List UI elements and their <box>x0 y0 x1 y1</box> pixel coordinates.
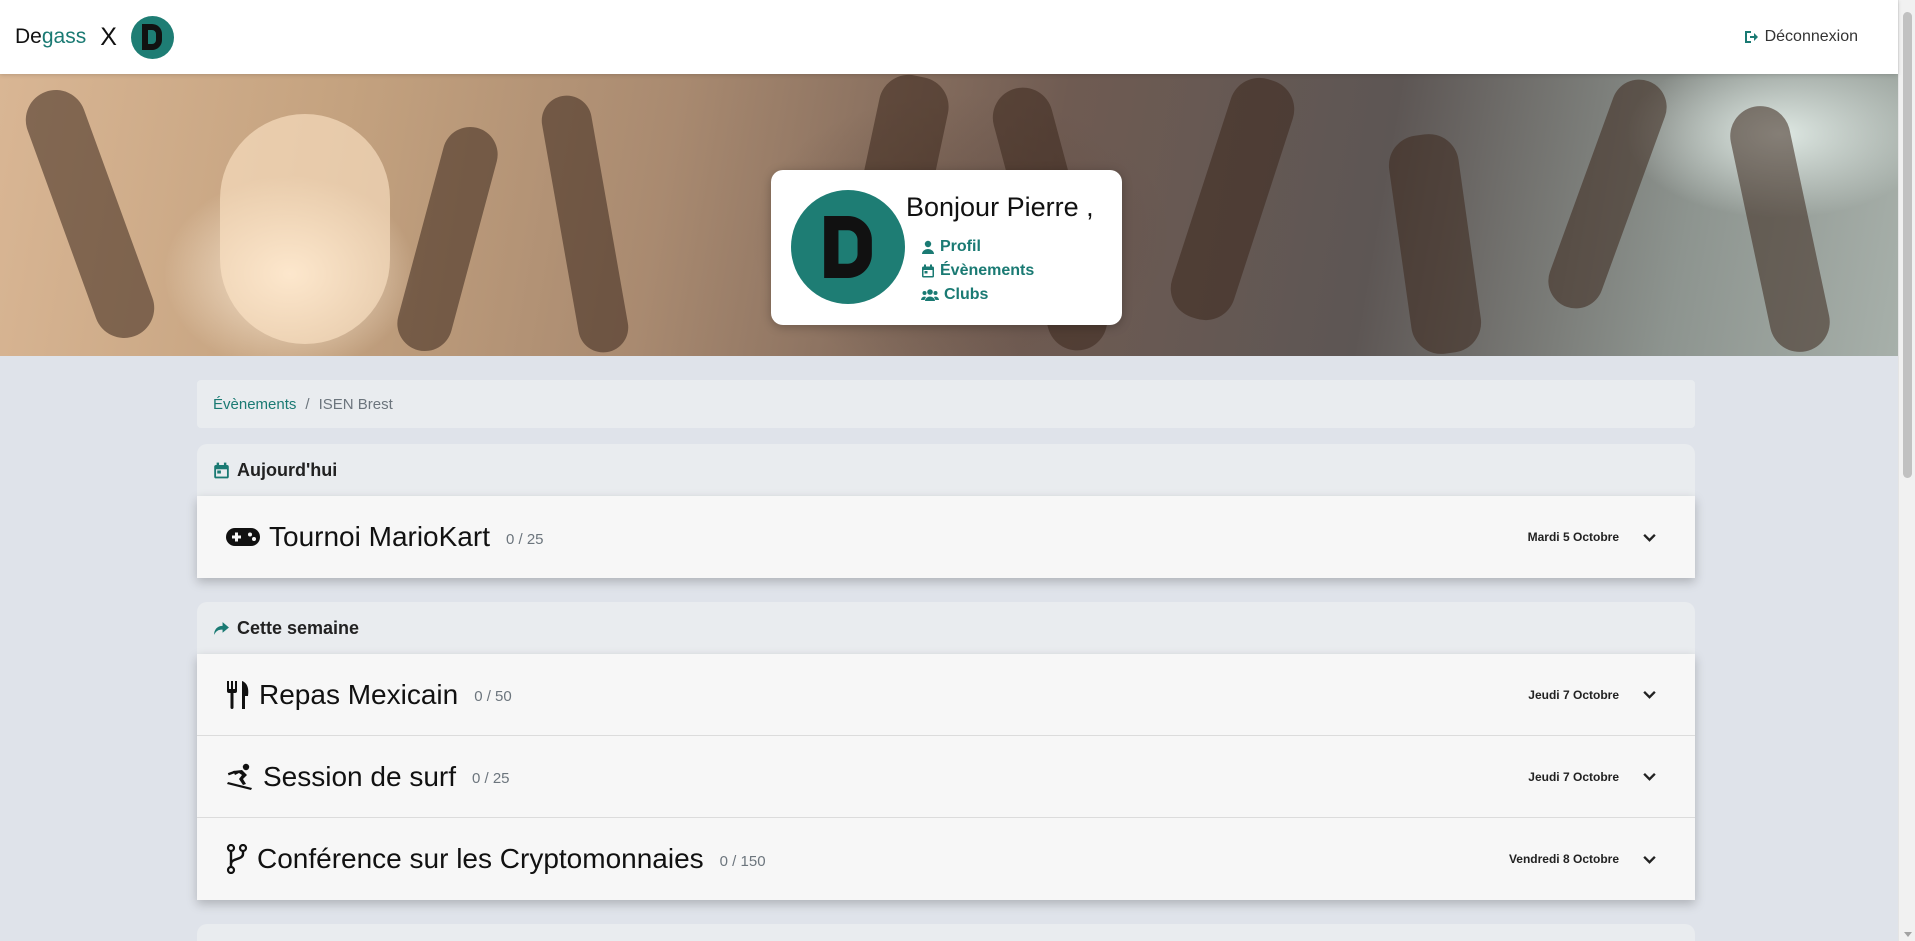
section-this-week: Cette semaine Repas Mexicain 0 / 50 Jeud… <box>197 602 1695 900</box>
club-logo[interactable] <box>130 15 174 59</box>
logout-label: Déconnexion <box>1764 28 1858 45</box>
section-title-today: Aujourd'hui <box>237 459 338 480</box>
clubs-link-label: Clubs <box>944 286 989 303</box>
chevron-down-icon <box>1642 772 1656 781</box>
welcome-card: Bonjour Pierre , Profil Évènements Clubs <box>771 170 1122 325</box>
hero-links: Profil Évènements Clubs <box>921 235 1034 307</box>
section-header-today: Aujourd'hui <box>197 444 1695 496</box>
breadcrumb-events-link[interactable]: Évènements <box>213 396 296 413</box>
expand-button[interactable] <box>1631 519 1667 555</box>
event-participants-count: 0 / 50 <box>474 688 512 705</box>
event-row-conference-cryptomonnaies[interactable]: Conférence sur les Cryptomonnaies 0 / 15… <box>197 818 1695 900</box>
event-title: Session de surf <box>263 760 456 792</box>
event-participants-count: 0 / 25 <box>505 530 544 548</box>
event-participants-count: 0 / 150 <box>719 852 766 870</box>
top-navbar: Degass X Déconnexion <box>0 0 1898 74</box>
profile-link[interactable]: Profil <box>921 235 1034 259</box>
event-date: Jeudi 7 Octobre <box>1528 687 1619 702</box>
event-title: Conférence sur les Cryptomonnaies <box>257 843 704 874</box>
page-scrollbar[interactable] <box>1898 0 1915 941</box>
events-link[interactable]: Évènements <box>921 259 1034 283</box>
logout-button[interactable]: Déconnexion <box>1743 28 1858 46</box>
expand-button[interactable] <box>1631 759 1667 795</box>
brand-name[interactable]: Degass <box>15 25 86 49</box>
event-date: Vendredi 8 Octobre <box>1508 852 1619 866</box>
chevron-down-icon <box>1642 855 1656 864</box>
event-list-today: Tournoi MarioKart 0 / 25 Mardi 5 Octobre <box>197 496 1695 578</box>
event-list-this-week: Repas Mexicain 0 / 50 Jeudi 7 Octobre Se… <box>197 654 1695 900</box>
chevron-down-icon <box>1642 690 1656 699</box>
scroll-down-arrow-icon[interactable] <box>1903 932 1912 937</box>
event-row-tournoi-mariokart[interactable]: Tournoi MarioKart 0 / 25 Mardi 5 Octobre <box>197 496 1695 578</box>
event-row-repas-mexicain[interactable]: Repas Mexicain 0 / 50 Jeudi 7 Octobre <box>197 654 1695 736</box>
clubs-link[interactable]: Clubs <box>921 283 1034 307</box>
brand-part-gass: gass <box>41 25 87 48</box>
sign-out-icon <box>1744 31 1758 43</box>
next-section-partial <box>197 924 1695 941</box>
avatar <box>791 190 905 304</box>
scrollbar-thumb[interactable] <box>1903 12 1912 478</box>
breadcrumb-current: ISEN Brest <box>318 395 393 413</box>
d-logo-icon <box>142 24 163 50</box>
calendar-icon <box>922 264 934 278</box>
event-date: Jeudi 7 Octobre <box>1528 769 1619 784</box>
snowboarding-icon <box>225 762 255 792</box>
breadcrumb: Évènements / ISEN Brest <box>197 380 1695 428</box>
users-icon <box>921 289 939 301</box>
section-today: Aujourd'hui Tournoi MarioKart 0 / 25 Mar… <box>197 444 1695 578</box>
event-row-session-de-surf[interactable]: Session de surf 0 / 25 Jeudi 7 Octobre <box>197 736 1695 818</box>
share-icon <box>214 621 229 635</box>
section-title-this-week: Cette semaine <box>237 617 360 638</box>
brand-x: X <box>100 22 117 51</box>
main-content: Évènements / ISEN Brest Aujourd'hui Tour… <box>197 380 1695 941</box>
greeting-text: Bonjour Pierre , <box>906 192 1094 222</box>
event-participants-count: 0 / 25 <box>472 770 510 787</box>
d-logo-icon <box>824 216 872 278</box>
event-date: Mardi 5 Octobre <box>1527 530 1619 544</box>
event-title: Tournoi MarioKart <box>269 521 490 552</box>
profile-link-label: Profil <box>940 238 981 255</box>
brand-part-de: De <box>15 25 42 48</box>
chevron-down-icon <box>1642 533 1656 542</box>
expand-button[interactable] <box>1631 841 1667 877</box>
breadcrumb-separator: / <box>305 395 310 413</box>
user-icon <box>922 240 934 254</box>
expand-button[interactable] <box>1631 677 1667 713</box>
event-title: Repas Mexicain <box>259 678 459 710</box>
utensils-icon <box>225 680 251 710</box>
events-link-label: Évènements <box>940 262 1035 279</box>
code-branch-icon <box>225 844 249 874</box>
section-header-this-week: Cette semaine <box>197 602 1695 654</box>
calendar-icon <box>214 462 229 478</box>
gamepad-icon <box>225 522 261 552</box>
